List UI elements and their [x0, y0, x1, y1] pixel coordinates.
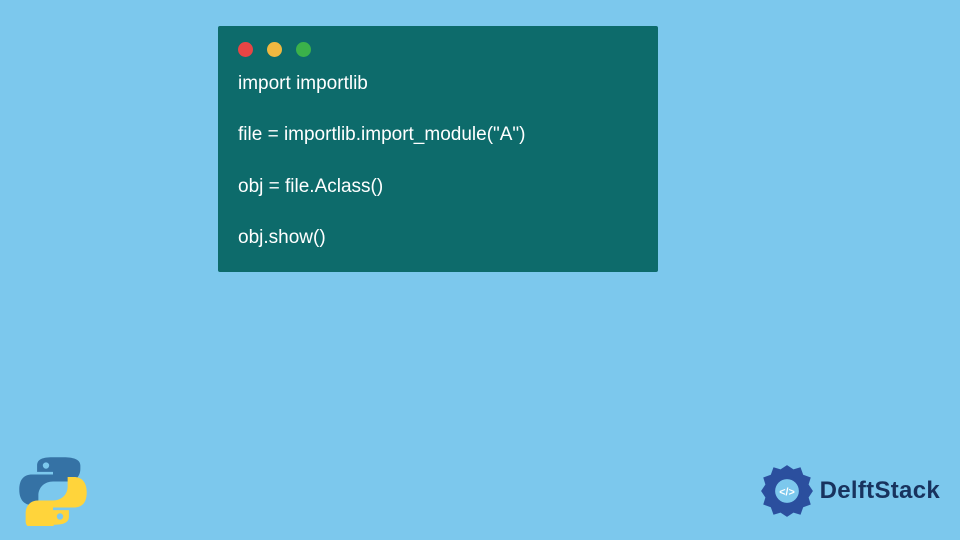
minimize-icon — [267, 42, 282, 57]
brand-name: DelftStack — [820, 477, 940, 505]
code-window: import importlib file = importlib.import… — [218, 26, 658, 272]
code-line: obj.show() — [238, 227, 326, 248]
code-line: file = importlib.import_module("A") — [238, 124, 526, 145]
svg-text:</>: </> — [779, 486, 795, 498]
maximize-icon — [296, 42, 311, 57]
window-titlebar — [238, 42, 638, 71]
close-icon — [238, 42, 253, 57]
delftstack-brand: </> DelftStack — [760, 464, 940, 518]
code-line: obj = file.Aclass() — [238, 176, 383, 197]
code-line: import importlib — [238, 73, 368, 94]
delftstack-icon: </> — [760, 464, 814, 518]
code-block: import importlib file = importlib.import… — [238, 71, 638, 250]
python-icon — [18, 456, 88, 526]
